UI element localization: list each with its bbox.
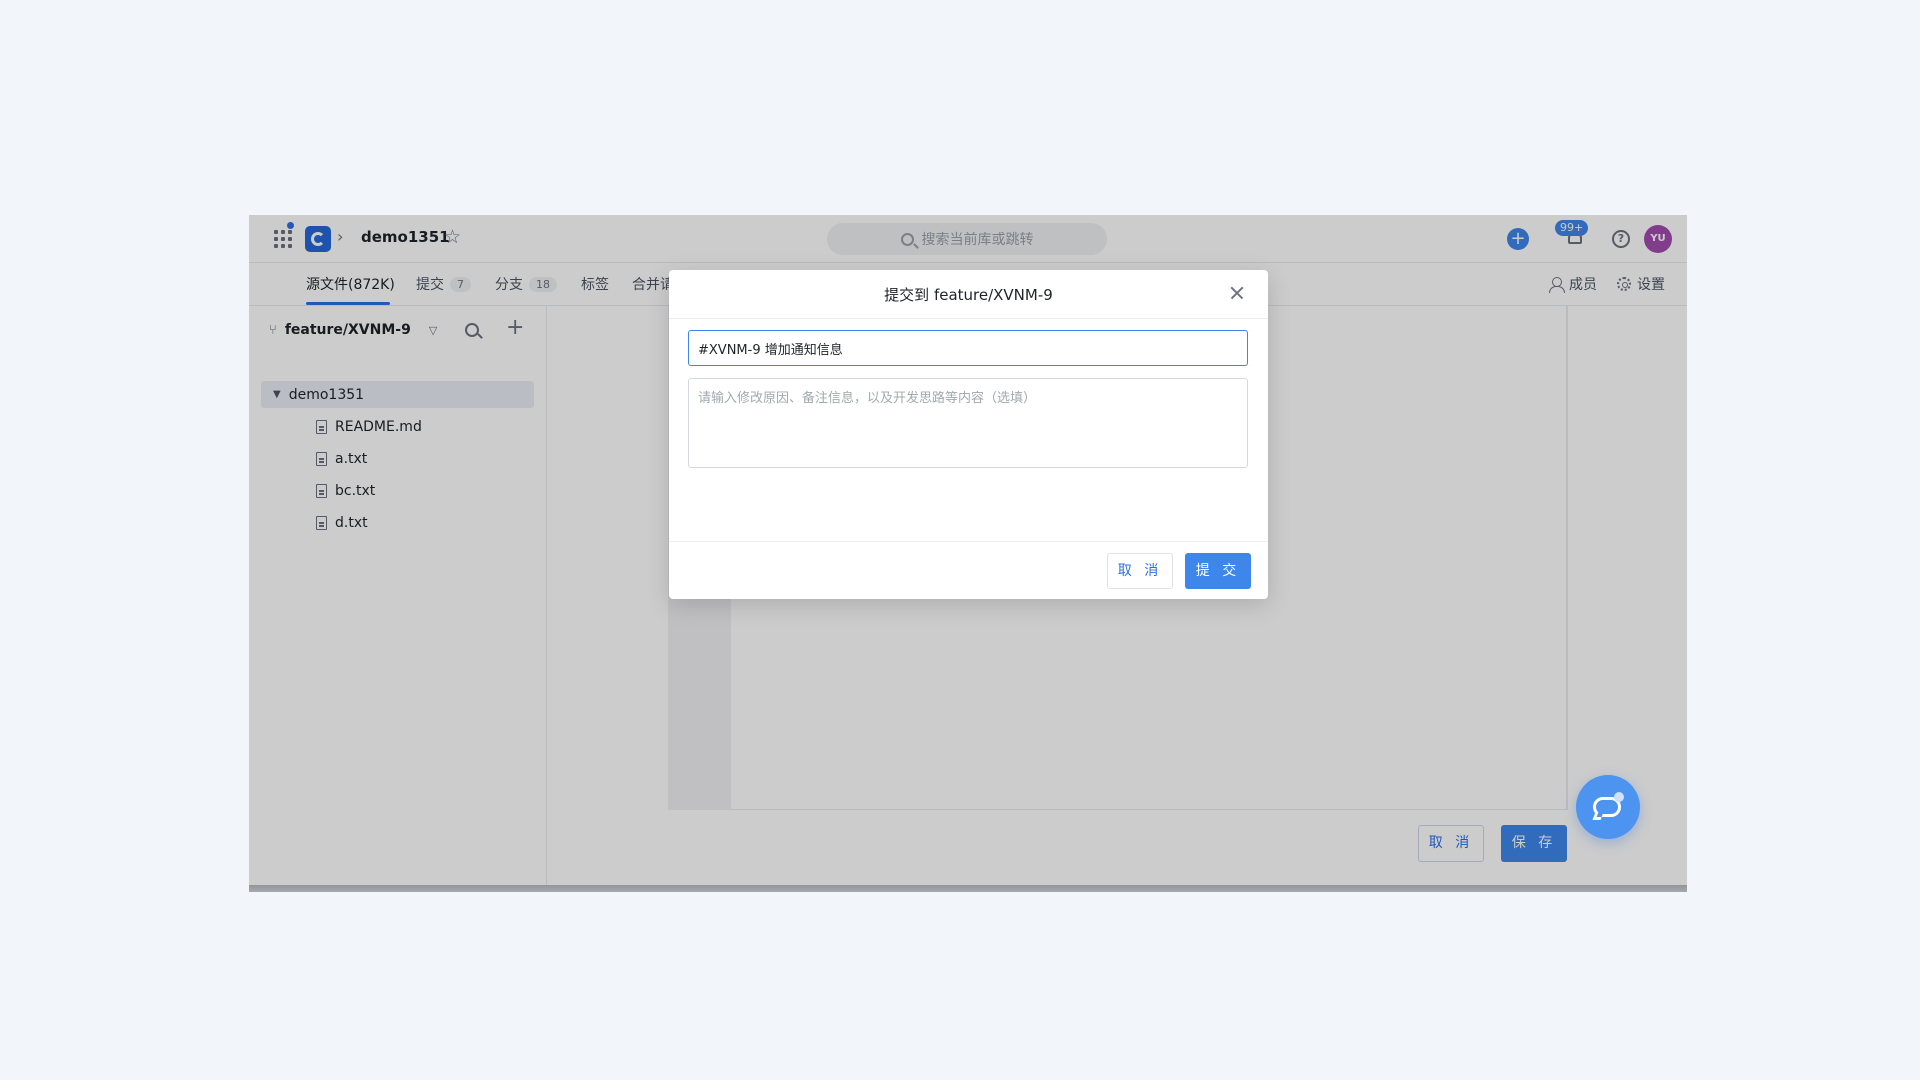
dialog-footer: 取 消 提 交 — [669, 541, 1268, 599]
dialog-title: 提交到 feature/XVNM-9 — [884, 285, 1053, 304]
dialog-cancel-button[interactable]: 取 消 — [1107, 553, 1173, 589]
commit-title-input[interactable] — [688, 330, 1248, 366]
chat-fab-button[interactable] — [1576, 775, 1640, 839]
commit-dialog: 提交到 feature/XVNM-9 取 消 提 交 — [669, 270, 1268, 599]
chat-bubble-tail — [1592, 812, 1604, 820]
chat-indicator-dot — [1614, 792, 1624, 802]
dialog-submit-button[interactable]: 提 交 — [1185, 553, 1251, 589]
close-icon[interactable] — [1226, 282, 1248, 304]
dialog-header: 提交到 feature/XVNM-9 — [669, 270, 1268, 319]
commit-description-field[interactable] — [688, 378, 1248, 468]
